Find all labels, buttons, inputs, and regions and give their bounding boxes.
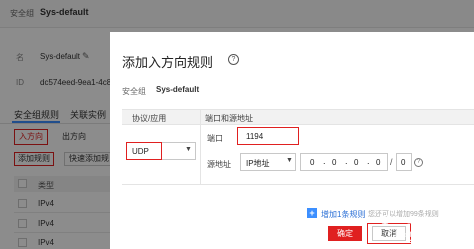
- rule-table-header: [122, 109, 474, 125]
- ip-octet: 0: [354, 158, 359, 167]
- port-label: 端口: [207, 134, 223, 143]
- mask-separator: /: [390, 157, 393, 167]
- ip-octet: 0: [310, 158, 315, 167]
- table-bottom-border: [122, 184, 474, 185]
- question-icon[interactable]: ?: [414, 158, 423, 167]
- source-label: 源地址: [207, 160, 231, 169]
- security-group-value: Sys-default: [156, 85, 200, 94]
- security-group-label: 安全组: [122, 87, 146, 96]
- plus-icon[interactable]: +: [307, 208, 317, 218]
- ip-octet: 0: [376, 158, 381, 167]
- ip-octet: 0: [332, 158, 337, 167]
- dialog-title: 添加入方向规则: [122, 55, 214, 70]
- protocol-value: UDP: [132, 147, 149, 156]
- ip-dot: .: [345, 156, 348, 166]
- chevron-down-icon: ▼: [286, 157, 293, 164]
- column-divider: [200, 109, 201, 185]
- mask-value: 0: [401, 158, 406, 167]
- huawei-cloud-logo: [377, 214, 393, 225]
- help-icon[interactable]: ?: [228, 54, 239, 65]
- watermark-url: bbs.huaweicloud.com: [395, 231, 472, 239]
- source-type-value: IP地址: [246, 159, 270, 168]
- ip-dot: .: [323, 156, 326, 166]
- port-value: 1194: [246, 132, 264, 141]
- chevron-down-icon: ▼: [185, 146, 192, 153]
- add-more-rules-link[interactable]: 增加1条规则: [321, 209, 365, 220]
- confirm-button[interactable]: 确定: [328, 226, 362, 241]
- port-source-column-header: 端口和源地址: [205, 114, 253, 123]
- watermark-brand: 华为云社区: [407, 214, 468, 245]
- ip-dot: .: [367, 156, 370, 166]
- protocol-column-header: 协议/应用: [132, 114, 167, 123]
